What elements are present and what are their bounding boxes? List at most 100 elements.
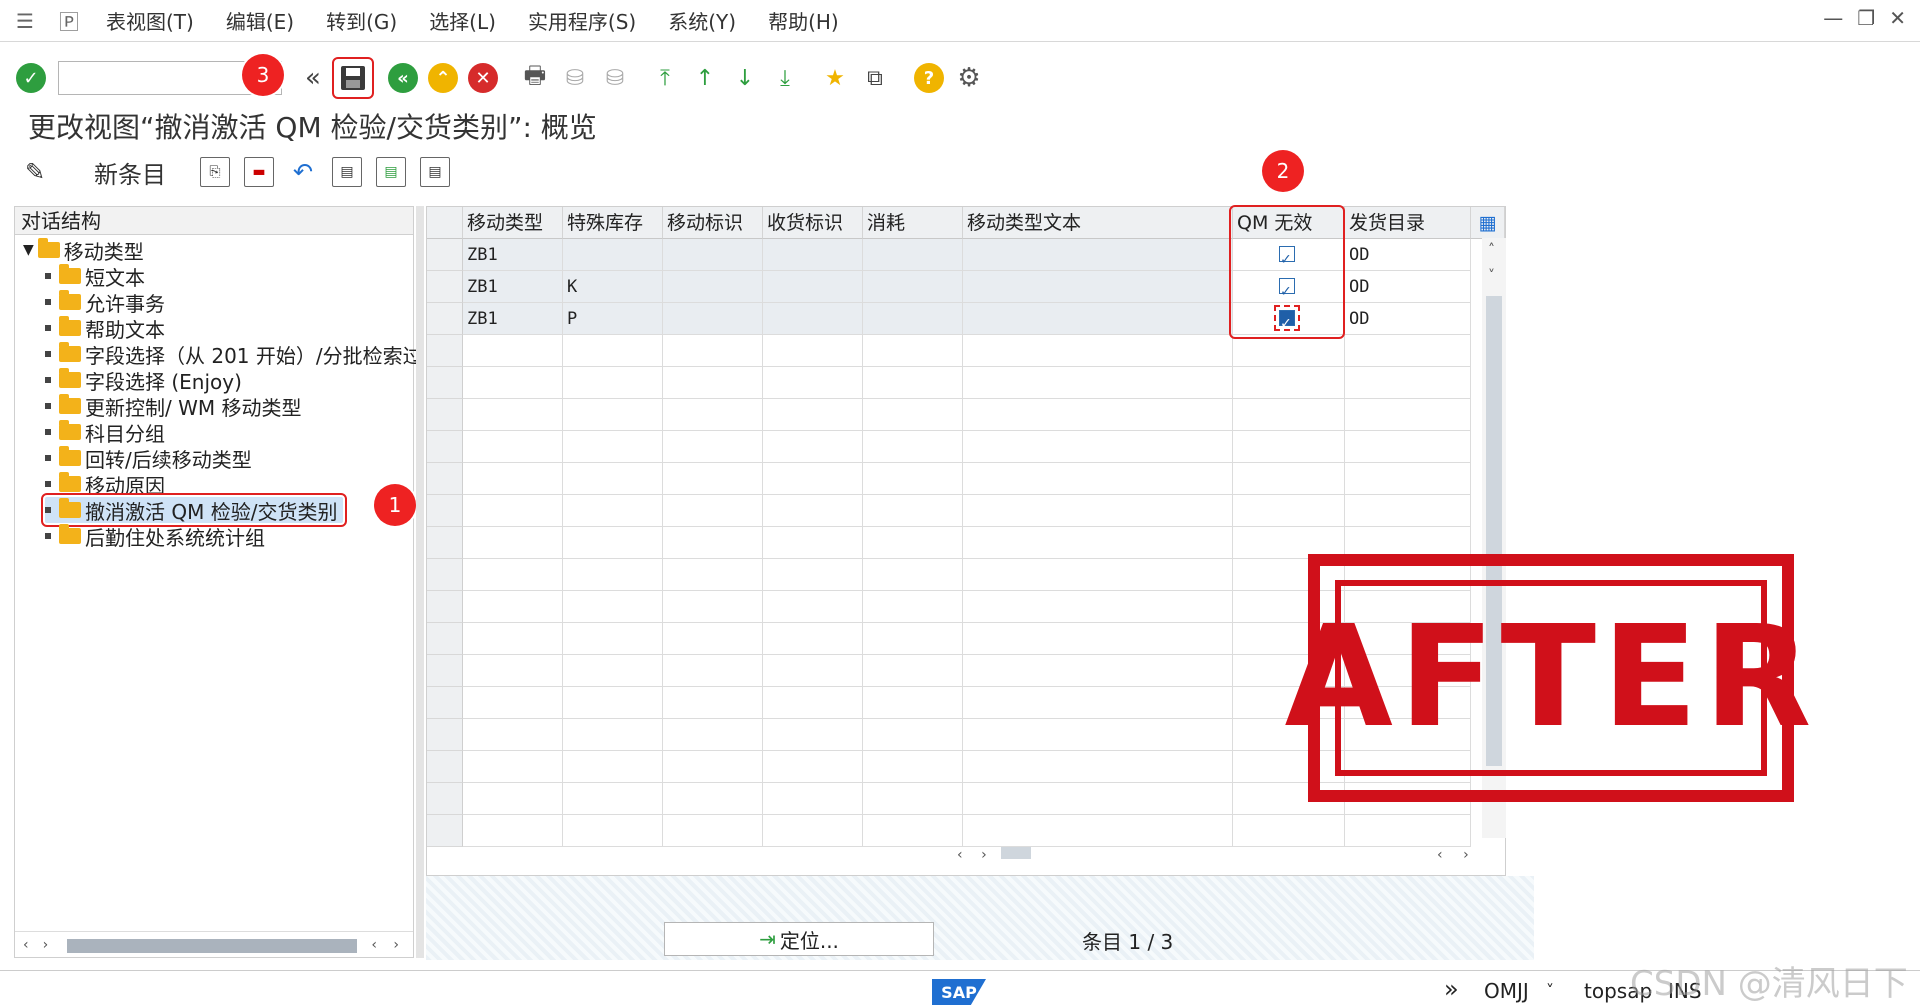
scroll-page-right-icon[interactable]: › <box>393 937 399 953</box>
print-icon[interactable]: 🖶 <box>518 61 552 95</box>
system-menu-icon[interactable]: ☰ <box>10 9 40 33</box>
col-movement-indicator[interactable]: 移动标识 <box>663 207 763 239</box>
row-selector[interactable] <box>427 559 463 591</box>
row-selector-header[interactable] <box>427 207 463 239</box>
row-selector[interactable] <box>427 399 463 431</box>
find-icon[interactable]: ⛁ <box>558 61 592 95</box>
menu-utilities[interactable]: 实用程序(S) <box>528 6 636 35</box>
panel-splitter[interactable] <box>416 206 424 958</box>
col-movement-type[interactable]: 移动类型 <box>463 207 563 239</box>
row-selector[interactable] <box>427 303 463 335</box>
col-special-stock[interactable]: 特殊库存 <box>563 207 663 239</box>
row-selector[interactable] <box>427 335 463 367</box>
row-selector[interactable] <box>427 783 463 815</box>
restore-icon[interactable]: ❐ <box>1857 6 1875 30</box>
scroll-left-icon[interactable]: ‹ <box>23 937 29 953</box>
next-page-icon[interactable]: ↓ <box>728 61 762 95</box>
tree-node-lis-statistics[interactable]: 后勤住处系统统计组 <box>45 523 265 550</box>
tree-node-deactivate-qm[interactable]: 撤消激活 QM 检验/交货类别 <box>40 493 348 527</box>
row-selector[interactable] <box>427 239 463 271</box>
delete-icon[interactable]: ▬ <box>244 157 274 187</box>
deselect-all-icon[interactable]: ▤ <box>420 157 450 187</box>
col-consumption[interactable]: 消耗 <box>863 207 963 239</box>
col-delivery-catalog[interactable]: 发货目录 <box>1345 207 1471 239</box>
select-block-icon[interactable]: ▤ <box>376 157 406 187</box>
tree-node-update-control[interactable]: 更新控制/ WM 移动类型 <box>45 393 301 420</box>
new-session-icon[interactable]: ★ <box>818 61 852 95</box>
locate-button[interactable]: ⇥ 定位... <box>664 922 934 956</box>
collapse-icon[interactable]: ▼ <box>23 242 34 258</box>
undo-icon[interactable]: ↶ <box>288 157 318 187</box>
enter-icon[interactable]: ✓ <box>14 61 48 95</box>
back-icon[interactable]: « <box>386 61 420 95</box>
row-selector[interactable] <box>427 463 463 495</box>
menu-goto[interactable]: 转到(G) <box>326 6 397 35</box>
row-selector[interactable] <box>427 367 463 399</box>
row-selector[interactable] <box>427 495 463 527</box>
row-selector[interactable] <box>427 719 463 751</box>
tree-node-short-text[interactable]: 短文本 <box>45 263 145 290</box>
close-window-icon[interactable]: ✕ <box>1889 6 1906 30</box>
tree-node-field-selection-201[interactable]: 字段选择（从 201 开始）/分批检索过 <box>45 341 423 368</box>
row-selector[interactable] <box>427 431 463 463</box>
column-settings-icon[interactable]: ▦ <box>1471 207 1505 239</box>
cancel-icon[interactable]: ✕ <box>466 61 500 95</box>
row-selector[interactable] <box>427 687 463 719</box>
exit-icon[interactable]: ⌃ <box>426 61 460 95</box>
help-icon[interactable]: ? <box>912 61 946 95</box>
scroll-thumb[interactable] <box>1001 847 1032 859</box>
scroll-thumb[interactable] <box>67 939 357 953</box>
cell-delivery-catalog[interactable]: OD <box>1345 303 1471 335</box>
first-page-icon[interactable]: ⤒ <box>648 61 682 95</box>
tree-node-allowed-transactions[interactable]: 允许事务 <box>45 289 165 316</box>
col-movement-type-text[interactable]: 移动类型文本 <box>963 207 1233 239</box>
col-gr-indicator[interactable]: 收货标识 <box>763 207 863 239</box>
display-change-icon[interactable]: ✎ <box>20 157 50 187</box>
status-expand-icon[interactable]: » <box>1444 975 1459 1003</box>
shortcut-icon[interactable]: ⧉ <box>858 61 892 95</box>
cell-delivery-catalog[interactable]: OD <box>1345 239 1471 271</box>
select-all-icon[interactable]: ▤ <box>332 157 362 187</box>
table-hscroll-page[interactable]: ‹ › <box>1437 847 1469 863</box>
menu-selection[interactable]: 选择(L) <box>429 6 496 35</box>
tree-node-reason-movement[interactable]: 移动原因 <box>45 471 165 498</box>
scroll-page-left-icon[interactable]: ‹ <box>371 937 377 953</box>
tree-horizontal-scrollbar[interactable]: ‹ › ‹ › <box>15 931 413 957</box>
tree-node-reversal-movement[interactable]: 回转/后续移动类型 <box>45 445 252 472</box>
new-entries-button[interactable]: 新条目 <box>94 155 166 190</box>
scroll-left-icon[interactable]: ‹ <box>957 847 963 863</box>
scroll-down-icon[interactable]: ˅ <box>1488 268 1495 284</box>
customize-icon[interactable]: 🄿 <box>54 9 84 34</box>
minimize-icon[interactable]: — <box>1823 6 1843 30</box>
find-next-icon[interactable]: ⛁ <box>598 61 632 95</box>
previous-page-icon[interactable]: ↑ <box>688 61 722 95</box>
row-selector[interactable] <box>427 623 463 655</box>
tree-node-field-selection-enjoy[interactable]: 字段选择 (Enjoy) <box>45 367 242 394</box>
tree-node-help-texts[interactable]: 帮助文本 <box>45 315 165 342</box>
tree-node-account-grouping[interactable]: 科目分组 <box>45 419 165 446</box>
save-icon[interactable] <box>332 57 374 99</box>
scroll-page-left-icon[interactable]: ‹ <box>1437 847 1443 863</box>
cell-delivery-catalog[interactable]: OD <box>1345 271 1471 303</box>
menu-help[interactable]: 帮助(H) <box>768 6 839 35</box>
row-selector[interactable] <box>427 751 463 783</box>
tree-node-root[interactable]: ▼ 移动类型 <box>23 237 144 264</box>
row-selector[interactable] <box>427 815 463 847</box>
row-selector[interactable] <box>427 527 463 559</box>
double-chevron-left-icon[interactable]: « <box>296 61 330 95</box>
scroll-up-icon[interactable]: ˄ <box>1488 242 1495 258</box>
table-hscroll[interactable]: ‹ › <box>957 847 1032 863</box>
row-selector[interactable] <box>427 655 463 687</box>
scroll-right-icon[interactable]: › <box>981 847 987 863</box>
scroll-right-icon[interactable]: › <box>43 937 49 953</box>
scroll-page-right-icon[interactable]: › <box>1463 847 1469 863</box>
row-selector[interactable] <box>427 271 463 303</box>
menu-edit[interactable]: 编辑(E) <box>226 6 294 35</box>
menu-table-view[interactable]: 表视图(T) <box>106 6 194 35</box>
row-selector[interactable] <box>427 591 463 623</box>
menu-system[interactable]: 系统(Y) <box>668 6 736 35</box>
copy-as-icon[interactable]: ⎘ <box>200 157 230 187</box>
chevron-down-icon[interactable]: ˅ <box>1546 981 1554 1000</box>
settings-gear-icon[interactable]: ⚙ <box>952 61 986 95</box>
last-page-icon[interactable]: ⤓ <box>768 61 802 95</box>
